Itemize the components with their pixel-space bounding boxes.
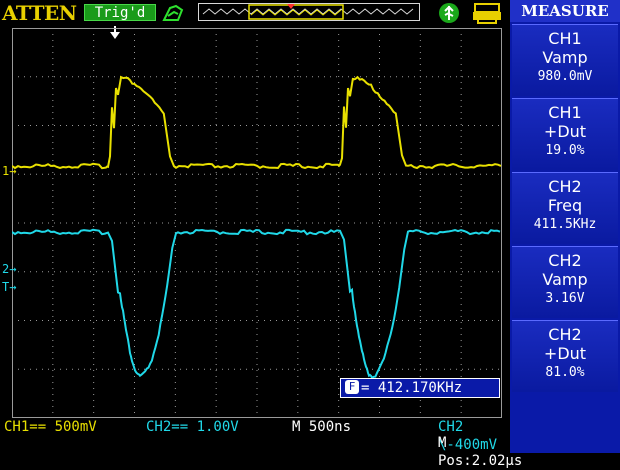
status-bar: ATTEN Trig'd: [0, 0, 510, 26]
memory-waveform-icon: [202, 4, 414, 20]
measure-channel: CH2: [548, 177, 582, 196]
ch1-scale: CH1== 500mV: [4, 419, 97, 435]
ch1-ground-marker[interactable]: 1→: [2, 164, 16, 178]
trigger-marker-label: T: [2, 280, 10, 294]
counter-icon: F: [345, 380, 359, 394]
printer-icon: [473, 3, 501, 24]
measure-channel: CH1: [548, 103, 582, 122]
usb-icon: [439, 3, 459, 23]
ch2-waveform: [12, 228, 501, 379]
measure-item-3[interactable]: CH2 Freq 411.5KHz: [512, 172, 618, 244]
waveform-display[interactable]: [12, 28, 502, 418]
measure-channel: CH2: [548, 251, 582, 270]
ch1-waveform: [12, 75, 502, 170]
waveform-traces: [12, 75, 502, 379]
measure-type: Freq: [547, 196, 583, 215]
measure-type: Vamp: [542, 270, 588, 289]
memory-position-bar[interactable]: [198, 3, 420, 21]
trigger-level-marker[interactable]: T→: [2, 280, 16, 294]
ch2-ground-marker[interactable]: 2→: [2, 262, 16, 276]
measure-type: +Dut: [543, 122, 587, 141]
measure-value: 81.0%: [545, 365, 585, 380]
measure-value: 980.0mV: [537, 69, 593, 84]
horizontal-position: M Pos:2.02µs: [438, 435, 523, 469]
measure-menu: MEASURE CH1 Vamp 980.0mV CH1 +Dut 19.0% …: [510, 0, 620, 453]
measure-type: +Dut: [543, 344, 587, 363]
frequency-counter: F = 412.170KHz: [340, 378, 500, 398]
run-icon: [162, 4, 184, 21]
ch2-scale: CH2== 1.00V: [146, 419, 239, 435]
measure-channel: CH1: [548, 29, 582, 48]
measure-item-4[interactable]: CH2 Vamp 3.16V: [512, 246, 618, 318]
ch2-marker-label: 2: [2, 262, 10, 276]
measure-channel: CH2: [548, 325, 582, 344]
ch1-marker-label: 1: [2, 164, 10, 178]
measure-item-5[interactable]: CH2 +Dut 81.0%: [512, 320, 618, 392]
measure-value: 3.16V: [545, 291, 585, 306]
measure-item-1[interactable]: CH1 Vamp 980.0mV: [512, 24, 618, 96]
counter-value: = 412.170KHz: [361, 380, 463, 396]
measure-type: Vamp: [542, 48, 588, 67]
timebase: M 500ns: [292, 419, 352, 435]
measure-value: 19.0%: [545, 143, 585, 158]
bottom-status-bar: CH1== 500mV CH2== 1.00V M 500ns CH2 \-40…: [0, 418, 522, 469]
menu-title: MEASURE: [510, 0, 620, 22]
trigger-status-badge: Trig'd: [84, 4, 156, 21]
measure-item-2[interactable]: CH1 +Dut 19.0%: [512, 98, 618, 170]
brand-logo: ATTEN: [2, 1, 77, 25]
measure-value: 411.5KHz: [533, 217, 597, 232]
